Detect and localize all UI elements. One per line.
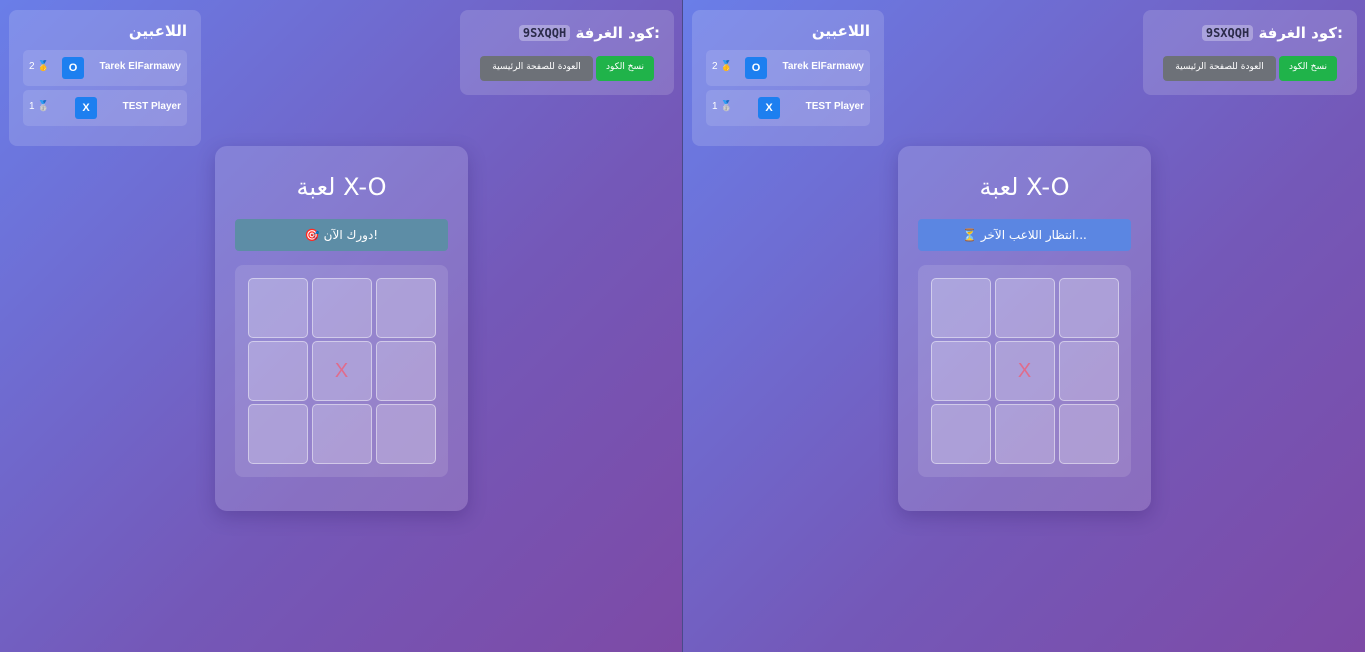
game-board: X (235, 265, 448, 477)
board-cell[interactable] (311, 278, 372, 338)
player-row: 1 🥈 X TEST Player (23, 90, 187, 126)
copy-code-button[interactable]: نسخ الكود (596, 56, 654, 81)
board-cell[interactable] (994, 278, 1055, 338)
room-code-label: كود الغرفة: (1258, 24, 1343, 42)
player-name: TEST Player (122, 101, 181, 112)
board-cell[interactable] (311, 404, 372, 464)
room-code-heading: 9SXQQH كود الغرفة: (1157, 24, 1343, 48)
player-score: 2 🥇 (29, 61, 50, 72)
player-score: 2 🥇 (712, 61, 733, 72)
player-score: 1 🥈 (712, 101, 733, 112)
game-title: لعبة X-O (296, 173, 387, 201)
game-title: لعبة X-O (979, 173, 1070, 201)
board-cell[interactable] (247, 341, 308, 401)
board-cell[interactable] (247, 278, 308, 338)
player-row: 2 🥇 O Tarek ElFarmawy (706, 50, 870, 86)
turn-status: ⏳ انتظار اللاعب الآخر... (918, 219, 1131, 251)
room-code-heading: 9SXQQH كود الغرفة: (474, 24, 660, 48)
player-name: TEST Player (805, 101, 864, 112)
board-cell[interactable] (930, 404, 991, 464)
player-symbol-badge: X (75, 97, 97, 119)
board-cell[interactable] (375, 404, 436, 464)
game-window-player-2: اللاعبين 2 🥇 O Tarek ElFarmawy 1 🥈 X TES… (683, 0, 1365, 652)
board-cell[interactable] (1058, 404, 1119, 464)
player-symbol-badge: X (758, 97, 780, 119)
players-title: اللاعبين (128, 22, 187, 40)
players-title: اللاعبين (811, 22, 870, 40)
player-name: Tarek ElFarmawy (782, 61, 864, 72)
game-board: X (918, 265, 1131, 477)
back-home-button[interactable]: العودة للصفحة الرئيسية (480, 56, 593, 81)
player-score: 1 🥈 (29, 101, 50, 112)
room-code-value: 9SXQQH (1201, 25, 1254, 41)
board-cell[interactable]: X (311, 341, 372, 401)
board-cell[interactable]: X (994, 341, 1055, 401)
board-cell[interactable] (994, 404, 1055, 464)
game-card: لعبة X-O ⏳ انتظار اللاعب الآخر... X (898, 146, 1151, 511)
players-panel: اللاعبين 2 🥇 O Tarek ElFarmawy 1 🥈 X TES… (692, 10, 884, 146)
board-cell[interactable] (375, 278, 436, 338)
player-symbol-badge: O (62, 57, 84, 79)
player-row: 1 🥈 X TEST Player (706, 90, 870, 126)
game-card: لعبة X-O 🎯 دورك الآن! X (215, 146, 468, 511)
board-cell[interactable] (375, 341, 436, 401)
player-symbol-badge: O (745, 57, 767, 79)
board-cell[interactable] (930, 278, 991, 338)
copy-code-button[interactable]: نسخ الكود (1279, 56, 1337, 81)
board-cell[interactable] (930, 341, 991, 401)
board-cell[interactable] (1058, 278, 1119, 338)
player-name: Tarek ElFarmawy (99, 61, 181, 72)
back-home-button[interactable]: العودة للصفحة الرئيسية (1163, 56, 1276, 81)
player-row: 2 🥇 O Tarek ElFarmawy (23, 50, 187, 86)
room-code-label: كود الغرفة: (575, 24, 660, 42)
board-cell[interactable] (1058, 341, 1119, 401)
board-cell[interactable] (247, 404, 308, 464)
game-window-player-1: اللاعبين 2 🥇 O Tarek ElFarmawy 1 🥈 X TES… (0, 0, 682, 652)
turn-status: 🎯 دورك الآن! (235, 219, 448, 251)
room-panel: 9SXQQH كود الغرفة: العودة للصفحة الرئيسي… (460, 10, 674, 95)
room-panel: 9SXQQH كود الغرفة: العودة للصفحة الرئيسي… (1143, 10, 1357, 95)
players-panel: اللاعبين 2 🥇 O Tarek ElFarmawy 1 🥈 X TES… (9, 10, 201, 146)
room-code-value: 9SXQQH (518, 25, 571, 41)
